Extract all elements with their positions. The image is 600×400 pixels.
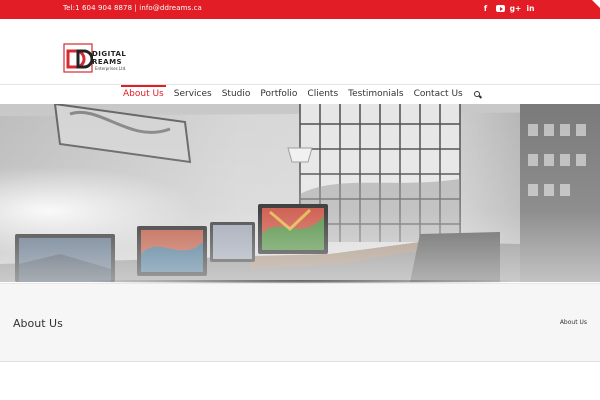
facebook-icon[interactable]: f	[478, 3, 493, 16]
page-title-bar: About Us About Us	[0, 283, 600, 362]
logo-line-3: Enterprises Ltd.	[95, 66, 127, 71]
nav-item-about-us[interactable]: About Us	[118, 85, 169, 104]
logo-line-1: DIGITAL	[92, 50, 127, 58]
social-links: f g+ in	[478, 3, 538, 16]
nav-item-services[interactable]: Services	[169, 85, 217, 104]
dd-logo-mark	[63, 43, 93, 73]
site-header: DIGITAL REAMS Enterprises Ltd.	[0, 19, 600, 85]
site-logo[interactable]: DIGITAL REAMS Enterprises Ltd.	[63, 43, 129, 73]
corner-decoration	[592, 0, 600, 8]
top-bar: Tel:1 604 904 8878 | info@ddreams.ca f g…	[0, 0, 600, 19]
nav-item-studio[interactable]: Studio	[217, 85, 256, 104]
page-title: About Us	[13, 317, 63, 330]
breadcrumb[interactable]: About Us	[560, 319, 587, 326]
youtube-icon[interactable]	[493, 3, 508, 16]
logo-text: DIGITAL REAMS Enterprises Ltd.	[92, 50, 127, 72]
contact-info: Tel:1 604 904 8878 | info@ddreams.ca	[63, 4, 202, 12]
nav-item-clients[interactable]: Clients	[302, 85, 343, 104]
hero-banner-image	[0, 104, 600, 282]
logo-line-2: REAMS	[92, 58, 123, 66]
nav-item-portfolio[interactable]: Portfolio	[255, 85, 302, 104]
linkedin-icon[interactable]: in	[523, 3, 538, 16]
studio-photo	[0, 104, 600, 282]
main-nav: About Us Services Studio Portfolio Clien…	[118, 85, 484, 104]
nav-item-contact-us[interactable]: Contact Us	[409, 85, 468, 104]
search-icon[interactable]	[472, 85, 484, 104]
google-plus-icon[interactable]: g+	[508, 3, 523, 16]
nav-item-testimonials[interactable]: Testimonials	[343, 85, 408, 104]
